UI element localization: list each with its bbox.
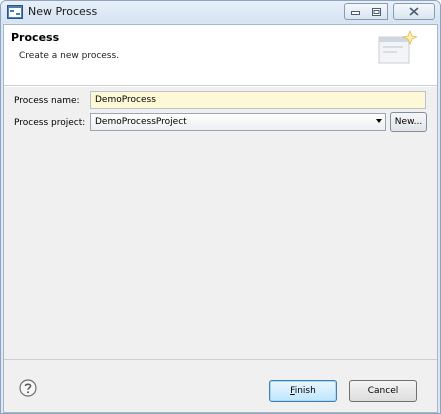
finish-button[interactable]: Finish <box>269 380 337 402</box>
close-button[interactable] <box>393 3 435 20</box>
maximize-icon <box>372 7 381 16</box>
new-process-dialog: New Process Process Create a new process… <box>0 0 441 414</box>
wizard-panel: Process Create a new process. Process na… <box>3 24 438 413</box>
new-wizard-banner-icon <box>378 29 417 64</box>
process-project-select[interactable]: DemoProcessProject <box>90 113 386 131</box>
finish-label: inish <box>294 386 316 396</box>
process-project-label: Process project: <box>14 118 86 128</box>
close-icon <box>409 7 419 16</box>
page-title: Process <box>11 31 60 44</box>
process-project-value: DemoProcessProject <box>95 117 187 127</box>
chevron-down-icon <box>376 119 382 123</box>
page-description: Create a new process. <box>19 51 120 61</box>
process-name-input[interactable]: DemoProcess <box>90 91 426 109</box>
wizard-header: Process Create a new process. <box>4 25 437 85</box>
title-bar[interactable]: New Process <box>1 1 440 23</box>
new-project-button[interactable]: New... <box>390 112 427 132</box>
process-name-label: Process name: <box>14 96 80 106</box>
minimize-icon <box>351 10 360 15</box>
minimize-button[interactable] <box>344 3 367 20</box>
process-wizard-icon <box>7 5 23 19</box>
window-title: New Process <box>28 5 98 18</box>
maximize-button[interactable] <box>366 3 388 20</box>
help-icon[interactable] <box>19 379 37 397</box>
cancel-button[interactable]: Cancel <box>349 380 417 402</box>
